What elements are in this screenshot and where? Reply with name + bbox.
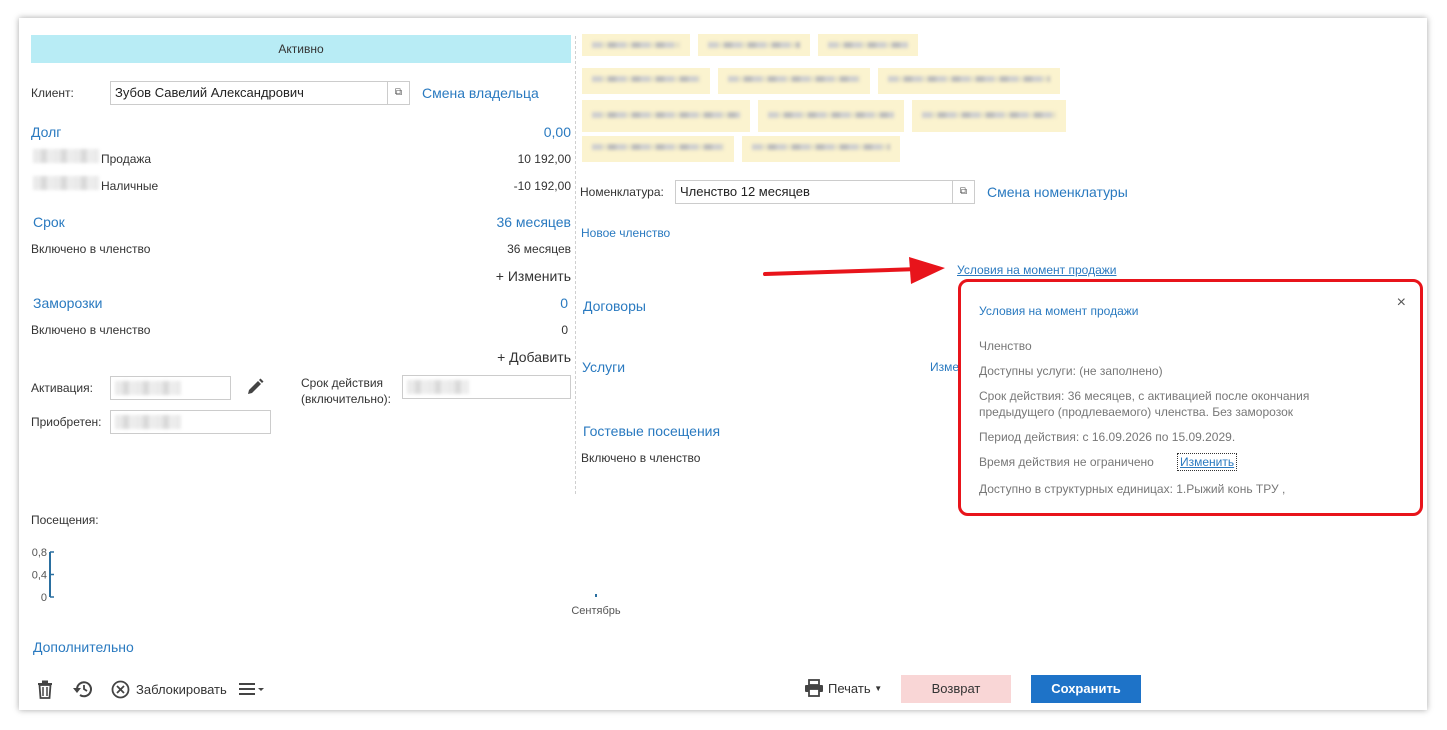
conditions-at-sale-link[interactable]: Условия на момент продажи (957, 263, 1116, 277)
edit-pencil-icon[interactable] (245, 377, 265, 397)
popup-title: Условия на момент продажи (979, 304, 1139, 318)
popup-term-line1: Срок действия: 36 месяцев, с активацией … (979, 389, 1310, 403)
blurred-header-block (878, 68, 1060, 94)
chart-bar (595, 594, 597, 597)
popup-services: Доступны услуги: (не заполнено) (979, 364, 1163, 378)
chart-x-tick-label: Сентябрь (571, 605, 621, 617)
print-label: Печать (828, 681, 871, 696)
debt-row-amount: -10 192,00 (513, 179, 571, 193)
client-label: Клиент: (31, 86, 74, 100)
freezes-included-value: 0 (561, 323, 568, 337)
debt-total[interactable]: 0,00 (544, 124, 571, 140)
services-change-link[interactable]: Изме (930, 360, 959, 374)
block-button[interactable]: Заблокировать (136, 682, 227, 697)
contracts-section[interactable]: Договоры (583, 298, 646, 314)
freezes-included-label: Включено в членство (31, 323, 151, 337)
blurred-header-block (698, 34, 810, 56)
chart-y-tick-label: 0,4 (32, 570, 47, 582)
return-button[interactable]: Возврат (901, 675, 1011, 703)
term-change-button[interactable]: + Изменить (496, 268, 571, 284)
validity-label-line2: (включительно): (301, 392, 391, 406)
open-nomenclature-icon[interactable]: ⧉ (952, 181, 974, 203)
nomenclature-value: Членство 12 месяцев (680, 184, 810, 199)
term-included-value: 36 месяцев (507, 242, 571, 256)
blurred-activation-date (115, 381, 181, 395)
debt-row-label: Наличные (101, 179, 159, 193)
blurred-header-block (912, 100, 1066, 132)
chevron-down-icon: ▼ (874, 684, 883, 693)
popup-period: Период действия: с 16.09.2026 по 15.09.2… (979, 430, 1236, 444)
term-total[interactable]: 36 месяцев (496, 214, 571, 230)
validity-label: Срок действия (включительно): (301, 376, 391, 406)
additional-section[interactable]: Дополнительно (33, 639, 134, 655)
popup-close-icon[interactable]: × (1397, 294, 1406, 312)
freezes-title[interactable]: Заморозки (33, 295, 102, 311)
blurred-header-block (582, 68, 710, 94)
freezes-total[interactable]: 0 (560, 295, 568, 311)
freezes-add-button[interactable]: + Добавить (497, 349, 571, 365)
blurred-header-block (818, 34, 918, 56)
term-title[interactable]: Срок (33, 214, 65, 230)
blurred-acquired-date (115, 415, 181, 429)
debt-title[interactable]: Долг (31, 124, 61, 140)
blurred-header-block (742, 136, 900, 162)
chart-y-tick-label: 0 (41, 592, 47, 604)
blurred-date (33, 149, 99, 163)
column-divider (575, 36, 576, 494)
client-field[interactable]: Зубов Савелий Александрович ⧉ (110, 81, 410, 105)
nomenclature-label: Номенклатура: (580, 185, 664, 199)
chart-y-tick-label: 0,8 (32, 547, 47, 559)
annotation-arrow-icon (763, 257, 945, 284)
client-value: Зубов Савелий Александрович (115, 85, 304, 100)
open-client-icon[interactable]: ⧉ (387, 82, 409, 104)
services-section[interactable]: Услуги (582, 359, 625, 375)
change-owner-link[interactable]: Смена владельца (422, 85, 539, 101)
popup-term-line2: предыдущего (продлеваемого) членства. Бе… (979, 405, 1293, 419)
nomenclature-field[interactable]: Членство 12 месяцев ⧉ (675, 180, 975, 204)
delete-trash-icon[interactable] (36, 679, 54, 699)
blurred-header-block (582, 34, 690, 56)
print-button[interactable]: Печать ▼ (828, 681, 882, 696)
blurred-header-block (718, 68, 870, 94)
validity-field[interactable] (402, 375, 571, 399)
popup-time: Время действия не ограничено (979, 455, 1154, 469)
change-nomenclature-link[interactable]: Смена номенклатуры (987, 184, 1128, 200)
print-printer-icon[interactable] (804, 679, 824, 697)
status-banner: Активно (31, 35, 571, 63)
blurred-validity-date (407, 380, 469, 394)
visits-chart: 0,8 0,4 0 Сентябрь (32, 547, 621, 617)
debt-row-label: Продажа (101, 152, 152, 166)
save-button[interactable]: Сохранить (1031, 675, 1141, 703)
guest-visits-included-label: Включено в членство (581, 451, 701, 465)
more-menu-icon[interactable] (239, 682, 267, 696)
conditions-popup: Условия на момент продажи × Членство Дос… (958, 279, 1423, 516)
activation-field[interactable] (110, 376, 231, 400)
popup-units: Доступно в структурных единицах: 1.Рыжий… (979, 482, 1286, 496)
popup-time-change-link[interactable]: Изменить (1177, 453, 1238, 471)
guest-visits-title[interactable]: Гостевые посещения (583, 423, 720, 439)
blurred-header-block (582, 100, 750, 132)
block-circle-x-icon[interactable] (111, 680, 130, 699)
membership-window: Активно Клиент: Зубов Савелий Александро… (19, 18, 1427, 710)
history-icon[interactable] (72, 679, 94, 699)
debt-row-amount: 10 192,00 (517, 152, 571, 166)
visits-label: Посещения: (31, 513, 99, 527)
acquired-label: Приобретен: (31, 415, 102, 429)
term-included-label: Включено в членство (31, 242, 151, 256)
acquired-field[interactable] (110, 410, 271, 434)
blurred-date (33, 176, 99, 190)
blurred-header-block (582, 136, 734, 162)
validity-label-line1: Срок действия (301, 376, 384, 390)
activation-label: Активация: (31, 381, 93, 395)
popup-type: Членство (979, 339, 1032, 353)
new-membership-link[interactable]: Новое членство (581, 226, 670, 240)
blurred-header-block (758, 100, 904, 132)
